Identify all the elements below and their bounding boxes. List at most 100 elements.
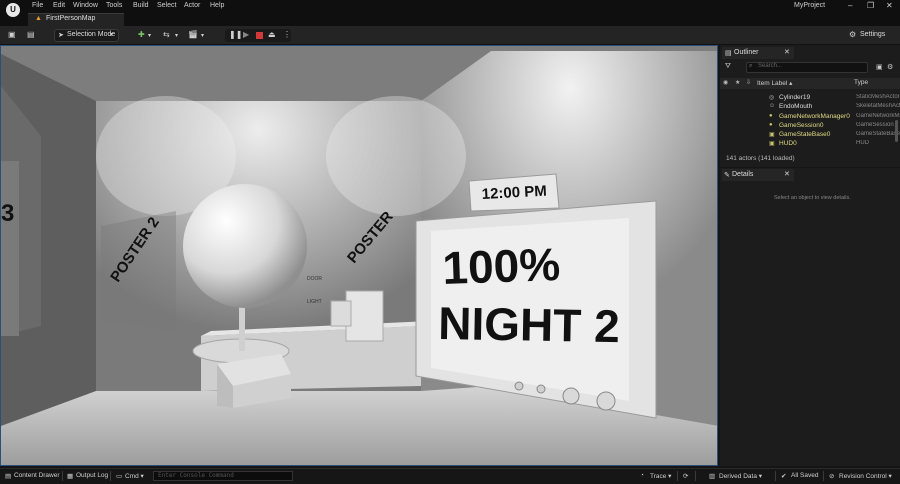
column-item-label[interactable]: Item Label ▴ xyxy=(757,79,792,87)
divider xyxy=(677,471,678,481)
row-label: GameStateBase0 xyxy=(779,131,831,138)
content-icon[interactable]: ▤ xyxy=(27,30,35,39)
level-icon: ▲ xyxy=(35,15,42,22)
outliner-scrollbar[interactable] xyxy=(895,120,898,142)
project-name: MyProject xyxy=(794,2,826,9)
sync-icon[interactable]: ⟳ xyxy=(683,472,688,480)
level-viewport[interactable]: DOOR LIGHT 3 POSTER 2 POSTER 12:00 PM 10… xyxy=(0,45,718,466)
night-text: NIGHT 2 xyxy=(438,297,620,352)
console-placeholder: Enter Console Command xyxy=(158,472,234,479)
revision-control-dropdown[interactable]: Revision Control ▾ xyxy=(839,472,892,480)
search-icon: ⌕ xyxy=(749,63,753,69)
more-icon[interactable]: ⋮ xyxy=(283,30,291,39)
skeletal-mesh-icon: ☺ xyxy=(769,103,776,109)
all-saved-status[interactable]: All Saved xyxy=(791,472,818,479)
stop-icon[interactable] xyxy=(256,32,263,39)
row-label: GameNetworkManager0 xyxy=(779,113,850,120)
actor-icon: ● xyxy=(769,122,773,128)
clock-text: 12:00 PM xyxy=(481,183,547,203)
actor-icon: ● xyxy=(769,113,773,119)
derived-data-icon: ▥ xyxy=(709,473,716,480)
derived-data-dropdown[interactable]: Derived Data ▾ xyxy=(719,472,762,480)
details-close-button[interactable]: ✕ xyxy=(784,170,790,178)
menu-edit[interactable]: Edit xyxy=(53,2,65,9)
row-label: GameSession0 xyxy=(779,122,824,129)
row-type: GameNetworkManager xyxy=(856,113,900,119)
actor-count: 141 actors (141 loaded) xyxy=(726,155,795,162)
divider xyxy=(775,471,776,481)
divider xyxy=(110,471,111,481)
details-empty-hint: Select an object to view details. xyxy=(774,195,851,201)
door-label: DOOR xyxy=(307,276,322,282)
edge-number-text: 3 xyxy=(1,200,14,227)
blueprint-icon[interactable]: ⇆ xyxy=(163,30,170,39)
row-label: Cylinder19 xyxy=(779,94,811,101)
pin-icon[interactable]: ⇩ xyxy=(746,79,751,86)
row-type: HUD xyxy=(856,140,869,146)
filter-icon[interactable]: ⛛ xyxy=(725,63,731,71)
minimize-button[interactable]: – xyxy=(848,1,852,10)
outliner-title: Outliner xyxy=(734,49,759,56)
gear-icon[interactable]: ⚙ xyxy=(887,63,893,71)
cmd-dropdown[interactable]: Cmd ▾ xyxy=(125,472,144,480)
divider xyxy=(695,471,696,481)
column-type[interactable]: Type xyxy=(854,79,868,86)
row-type: SkeletalMeshActor xyxy=(856,103,900,109)
row-label: HUD0 xyxy=(779,140,797,147)
menu-actor[interactable]: Actor xyxy=(184,2,200,9)
select-arrow-icon: ➤ xyxy=(58,32,64,39)
power-percent-text: 100% xyxy=(442,238,561,294)
search-placeholder: Search... xyxy=(758,63,783,69)
outliner-close-button[interactable]: ✕ xyxy=(784,48,790,56)
output-log-button[interactable]: Output Log xyxy=(76,472,108,479)
visibility-icon[interactable]: ◉ xyxy=(723,79,728,86)
viewport-scene: DOOR LIGHT 3 POSTER 2 POSTER 12:00 PM 10… xyxy=(1,46,717,465)
divider xyxy=(62,471,63,481)
outliner-icon: ▤ xyxy=(725,50,732,57)
revision-control-icon: ⊘ xyxy=(829,473,835,480)
menu-build[interactable]: Build xyxy=(133,2,149,9)
menu-select[interactable]: Select xyxy=(157,2,176,9)
add-folder-icon[interactable]: ▣ xyxy=(876,63,883,71)
trace-dropdown[interactable]: Trace ▾ xyxy=(650,472,671,480)
row-type: GameStateBase xyxy=(856,131,900,137)
star-icon[interactable]: ★ xyxy=(735,79,740,86)
light-label: LIGHT xyxy=(307,299,322,305)
cmd-icon: ▭ xyxy=(116,473,123,480)
content-drawer-icon: ▤ xyxy=(5,473,12,480)
details-title: Details xyxy=(732,171,754,178)
settings-icon[interactable]: ⚙ xyxy=(849,30,856,39)
main-toolbar xyxy=(0,26,900,45)
save-status-icon: ✔ xyxy=(781,473,787,480)
divider xyxy=(823,471,824,481)
save-icon[interactable]: ▣ xyxy=(8,30,16,39)
chevron-down-icon: ▾ xyxy=(110,32,114,38)
chevron-down-icon: ▾ xyxy=(175,33,179,39)
row-label: EndoMouth xyxy=(779,103,813,110)
menu-tools[interactable]: Tools xyxy=(106,2,122,9)
static-mesh-icon: ◎ xyxy=(769,95,775,101)
menu-window[interactable]: Window xyxy=(73,2,98,9)
details-icon: ✎ xyxy=(724,172,730,179)
eject-icon[interactable]: ⏏ xyxy=(268,30,276,39)
row-type: GameSession xyxy=(856,122,894,128)
hud-icon: ▣ xyxy=(769,141,775,147)
trace-icon: ◔ xyxy=(640,472,644,479)
settings-button[interactable]: Settings xyxy=(860,31,885,38)
content-drawer-button[interactable]: Content Drawer xyxy=(14,472,60,479)
close-window-button[interactable]: ✕ xyxy=(886,1,893,10)
chevron-down-icon: ▾ xyxy=(148,33,152,39)
add-actor-icon[interactable]: ✚ xyxy=(138,30,145,39)
pause-icon[interactable]: ❚❚ xyxy=(229,30,242,39)
menu-file[interactable]: File xyxy=(32,2,43,9)
tab-label: FirstPersonMap xyxy=(46,15,96,22)
row-type: StaticMeshActor xyxy=(856,94,900,100)
maximize-button[interactable]: ❐ xyxy=(867,1,874,10)
menu-help[interactable]: Help xyxy=(210,2,224,9)
advance-frame-icon[interactable]: ▶ xyxy=(243,30,249,39)
details-panel xyxy=(720,168,900,466)
selection-mode-label: Selection Mode xyxy=(67,31,116,38)
cinematics-icon[interactable]: 🎬︎ xyxy=(188,30,198,39)
chevron-down-icon: ▾ xyxy=(201,33,205,39)
unreal-logo-icon: U xyxy=(6,3,20,17)
